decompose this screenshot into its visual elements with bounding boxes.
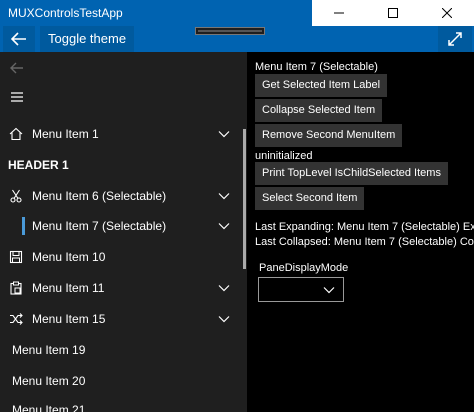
nav-item-menu-item-1[interactable]: Menu Item 1 [0,119,238,149]
nav-item-label: Menu Item 11 [32,281,105,295]
save-icon [9,250,23,264]
hamburger-icon [11,92,23,102]
close-icon [442,8,452,18]
window-title: MUXControlsTestApp [8,6,123,20]
chevron-down-icon[interactable] [218,315,230,323]
expand-diagonal-icon [448,32,462,46]
nav-item-menu-item-19[interactable]: Menu Item 19 [0,335,238,365]
shuffle-icon [9,312,23,326]
scissors-icon [9,189,23,203]
nav-item-label: Menu Item 21 [12,403,86,412]
nav-scrollbar[interactable] [243,129,246,269]
nav-item-menu-item-21[interactable]: Menu Item 21 [0,395,238,412]
minimize-button[interactable] [312,0,366,26]
expand-button[interactable] [438,26,472,52]
window-controls [312,0,474,26]
collapse-selected-item-button[interactable]: Collapse Selected Item [255,99,383,122]
nav-back-button[interactable] [8,59,26,77]
nav-item-label: Menu Item 15 [32,312,106,326]
nav-item-label: Menu Item 6 (Selectable) [32,189,167,203]
home-icon [9,127,23,141]
pane-display-mode-label: PaneDisplayMode [259,262,349,274]
compact-overlay-bar [195,27,265,35]
close-button[interactable] [420,0,474,26]
paste-icon [9,281,23,295]
chevron-down-icon[interactable] [218,222,230,230]
back-button[interactable] [3,26,35,52]
last-expanding-text: Last Expanding: Menu Item 7 (Selectable)… [255,221,474,233]
get-selected-item-label-button[interactable]: Get Selected Item Label [255,74,388,97]
nav-item-menu-item-6[interactable]: Menu Item 6 (Selectable) [0,181,238,211]
chevron-down-icon[interactable] [218,284,230,292]
nav-item-menu-item-20[interactable]: Menu Item 20 [0,366,238,396]
back-arrow-icon [11,32,26,46]
nav-item-menu-item-10[interactable]: Menu Item 10 [0,242,238,272]
status-text: uninitialized [255,150,313,162]
remove-second-menuitem-button[interactable]: Remove Second MenuItem [255,124,403,147]
nav-item-label: Menu Item 10 [32,250,106,264]
chevron-down-icon[interactable] [218,192,230,200]
chevron-down-icon[interactable] [218,130,230,138]
navigation-pane: Menu Item 1 HEADER 1 Menu Item 6 (Select… [0,52,247,412]
print-toplevel-ischildselected-button[interactable]: Print TopLevel IsChildSelected Items [255,162,448,185]
hamburger-button[interactable] [8,88,26,106]
nav-item-label: Menu Item 20 [12,374,86,388]
nav-item-menu-item-15[interactable]: Menu Item 15 [0,304,238,334]
maximize-button[interactable] [366,0,420,26]
nav-item-menu-item-11[interactable]: Menu Item 11 [0,273,238,303]
last-collapsed-text: Last Collapsed: Menu Item 7 (Selectable)… [255,236,474,248]
nav-item-label: Menu Item 1 [32,127,99,141]
toggle-theme-button[interactable]: Toggle theme [40,26,135,52]
nav-item-label: Menu Item 19 [12,343,86,357]
pane-display-mode-combobox[interactable] [258,277,344,302]
select-second-item-button[interactable]: Select Second Item [255,187,365,210]
back-arrow-icon [10,62,23,74]
nav-header: HEADER 1 [8,158,69,172]
nav-item-label: Menu Item 7 (Selectable) [32,219,167,233]
nav-item-menu-item-7[interactable]: Menu Item 7 (Selectable) [0,211,238,241]
minimize-icon [334,12,344,14]
chevron-down-icon [323,287,335,294]
maximize-icon [388,8,398,18]
selected-item-label: Menu Item 7 (Selectable) [255,61,378,73]
